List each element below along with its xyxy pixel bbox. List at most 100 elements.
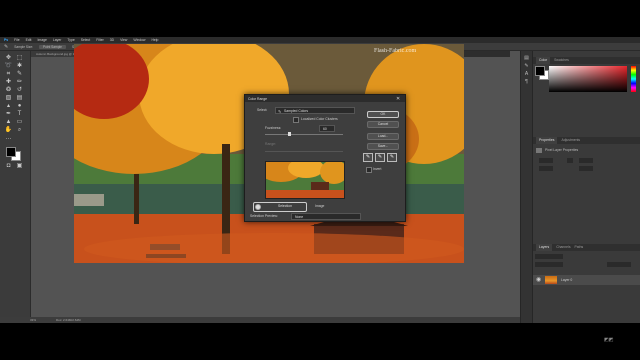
document-size: Doc: 2.64M/2.64M: [56, 318, 81, 322]
video-logo: ◩◩: [604, 337, 614, 343]
paragraph-icon[interactable]: ¶: [523, 79, 530, 85]
load-button[interactable]: Load...: [367, 133, 399, 140]
select-value: Sampled Colors: [284, 108, 309, 113]
range-slider: [265, 151, 343, 152]
zoom-tool-icon[interactable]: ⌕: [15, 127, 24, 134]
fuzziness-field[interactable]: 60: [319, 125, 335, 132]
brush-settings-icon[interactable]: ✎: [523, 63, 530, 69]
invert-label: Invert: [373, 167, 382, 171]
crop-tool-icon[interactable]: ⌗: [4, 71, 13, 78]
localized-clusters-checkbox[interactable]: [293, 117, 299, 123]
tab-paths[interactable]: Paths: [575, 244, 584, 251]
eyedropper-icon[interactable]: ✎: [363, 153, 373, 162]
invert-checkbox[interactable]: [366, 167, 372, 173]
panel-icon-strip: ▤ ✎ A ¶: [521, 51, 533, 323]
eyedropper-tool-icon[interactable]: ✎: [4, 44, 8, 50]
menu-filter[interactable]: Filter: [96, 38, 104, 42]
fuzziness-value: 60: [323, 126, 327, 131]
pen-tool-icon[interactable]: ✒: [4, 111, 13, 118]
shape-tool-icon[interactable]: ▭: [15, 119, 24, 126]
fuzziness-label: Fuzziness:: [265, 126, 282, 130]
menu-3d[interactable]: 3D: [110, 38, 114, 42]
menu-type[interactable]: Type: [67, 38, 74, 42]
save-button[interactable]: Save...: [367, 143, 399, 150]
x-field[interactable]: [539, 166, 553, 171]
fuzziness-slider[interactable]: [265, 134, 343, 135]
layer-name: Layer 0: [561, 278, 573, 282]
history-brush-tool-icon[interactable]: ↺: [15, 87, 24, 94]
dodge-tool-icon[interactable]: ●: [15, 103, 24, 110]
tab-adjustments[interactable]: Adjustments: [561, 137, 580, 144]
localized-clusters-label: Localized Color Clusters: [301, 117, 338, 121]
menu-view[interactable]: View: [120, 38, 127, 42]
right-panel-dock: ▤ ✎ A ¶ Color Swatches Properties Adjust…: [520, 51, 640, 323]
dialog-title: Color Range: [248, 96, 268, 101]
tab-layers[interactable]: Layers: [536, 244, 553, 251]
tab-channels[interactable]: Channels: [556, 244, 570, 251]
close-icon[interactable]: ✕: [396, 96, 400, 102]
opacity-field[interactable]: [607, 262, 631, 267]
select-dropdown[interactable]: ✎ Sampled Colors: [275, 107, 355, 114]
link-icon[interactable]: [567, 158, 573, 163]
menu-file[interactable]: File: [14, 38, 19, 42]
history-icon[interactable]: ▤: [523, 55, 530, 61]
status-bar: 33% Doc: 2.64M/2.64M: [0, 317, 520, 323]
color-panel-fg-swatch[interactable]: [535, 66, 545, 76]
character-icon[interactable]: A: [523, 71, 530, 77]
healing-brush-tool-icon[interactable]: ✚: [4, 79, 13, 86]
marquee-tool-icon[interactable]: ⬚: [15, 55, 24, 62]
tools-panel: ✥ ⬚ ➰ ✱ ⌗ ✎ ✚ ✏ ❂ ↺ ▧ ▤ ▴ ● ✒ T ▲ ▭ ✋ ⌕ …: [0, 51, 31, 323]
eyedropper-tool-icon[interactable]: ✎: [15, 71, 24, 78]
tab-color[interactable]: Color: [536, 57, 551, 64]
menu-window[interactable]: Window: [133, 38, 145, 42]
quick-select-tool-icon[interactable]: ✱: [15, 63, 24, 70]
foreground-color-swatch[interactable]: [6, 147, 16, 157]
screen-mode-icon[interactable]: ▣: [15, 163, 24, 170]
brush-tool-icon[interactable]: ✏: [15, 79, 24, 86]
type-tool-icon[interactable]: T: [15, 111, 24, 118]
dialog-titlebar: Color Range ✕: [245, 95, 405, 102]
image-watermark: Flash-Fabric.com: [374, 48, 417, 54]
menu-help[interactable]: Help: [151, 38, 158, 42]
menu-image[interactable]: Image: [37, 38, 46, 42]
cancel-button[interactable]: Cancel: [367, 121, 399, 128]
more-tools-icon[interactable]: …: [4, 135, 13, 142]
move-tool-icon[interactable]: ✥: [4, 55, 13, 62]
hue-slider[interactable]: [631, 66, 636, 92]
sample-size-label: Sample Size:: [14, 44, 33, 49]
sample-size-select[interactable]: Point Sample: [38, 44, 66, 49]
gradient-tool-icon[interactable]: ▤: [15, 95, 24, 102]
menu-layer[interactable]: Layer: [53, 38, 61, 42]
eyedropper-small-icon: ✎: [278, 108, 282, 114]
layers-panel-tabs: Layers Channels Paths: [533, 244, 640, 251]
layer-thumbnail: [545, 276, 557, 284]
tab-properties[interactable]: Properties: [536, 137, 558, 144]
layer-filter-select[interactable]: [535, 254, 563, 259]
eyedropper-plus-icon[interactable]: ✎: [375, 153, 385, 162]
color-panel-tabs: Color Swatches: [533, 57, 640, 64]
fuzziness-slider-thumb[interactable]: [288, 132, 292, 136]
zoom-level[interactable]: 33%: [30, 318, 36, 322]
tab-swatches[interactable]: Swatches: [554, 57, 569, 64]
lasso-tool-icon[interactable]: ➰: [4, 63, 13, 70]
ok-button[interactable]: OK: [367, 111, 399, 118]
quick-mask-icon[interactable]: ◘: [4, 163, 13, 170]
width-field[interactable]: [539, 158, 553, 163]
color-field[interactable]: [549, 66, 627, 92]
y-field[interactable]: [579, 166, 593, 171]
menu-edit[interactable]: Edit: [26, 38, 32, 42]
clone-stamp-tool-icon[interactable]: ❂: [4, 87, 13, 94]
menu-select[interactable]: Select: [81, 38, 90, 42]
selection-preview-dropdown[interactable]: None: [291, 213, 361, 220]
blend-mode-select[interactable]: [535, 262, 563, 267]
height-field[interactable]: [579, 158, 593, 163]
preview-thumbnail: [265, 161, 345, 199]
visibility-eye-icon[interactable]: ◉: [536, 276, 541, 283]
eyedropper-minus-icon[interactable]: ✎: [387, 153, 397, 162]
hand-tool-icon[interactable]: ✋: [4, 127, 13, 134]
image-radio-label[interactable]: Image: [315, 204, 324, 208]
blur-tool-icon[interactable]: ▴: [4, 103, 13, 110]
eraser-tool-icon[interactable]: ▧: [4, 95, 13, 102]
layer-row[interactable]: ◉ Layer 0: [533, 275, 640, 285]
path-select-tool-icon[interactable]: ▲: [4, 119, 13, 126]
